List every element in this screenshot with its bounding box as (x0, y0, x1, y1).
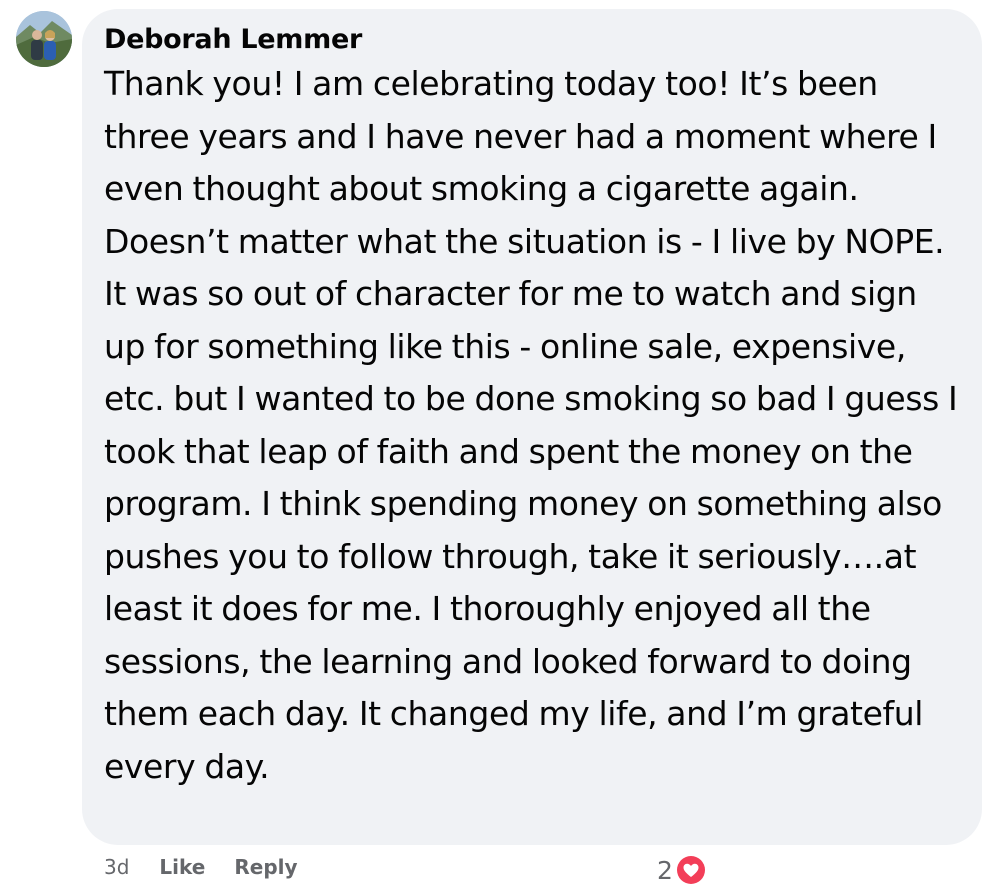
avatar-photo (16, 11, 72, 67)
heart-icon (673, 853, 708, 887)
comment-text: Thank you! I am celebrating today too! I… (104, 64, 958, 786)
comment-timestamp[interactable]: 3d (104, 855, 129, 879)
like-button[interactable]: Like (159, 855, 205, 879)
reaction-count: 2 (657, 855, 673, 885)
reaction-summary[interactable]: 2 (657, 853, 708, 887)
comment-author[interactable]: Deborah Lemmer (104, 23, 958, 57)
reply-button[interactable]: Reply (234, 855, 297, 879)
comment-bubble: Deborah Lemmer Thank you! I am celebrati… (82, 9, 982, 845)
avatar[interactable] (16, 11, 72, 67)
comment-actions: 3d Like Reply (104, 855, 298, 879)
